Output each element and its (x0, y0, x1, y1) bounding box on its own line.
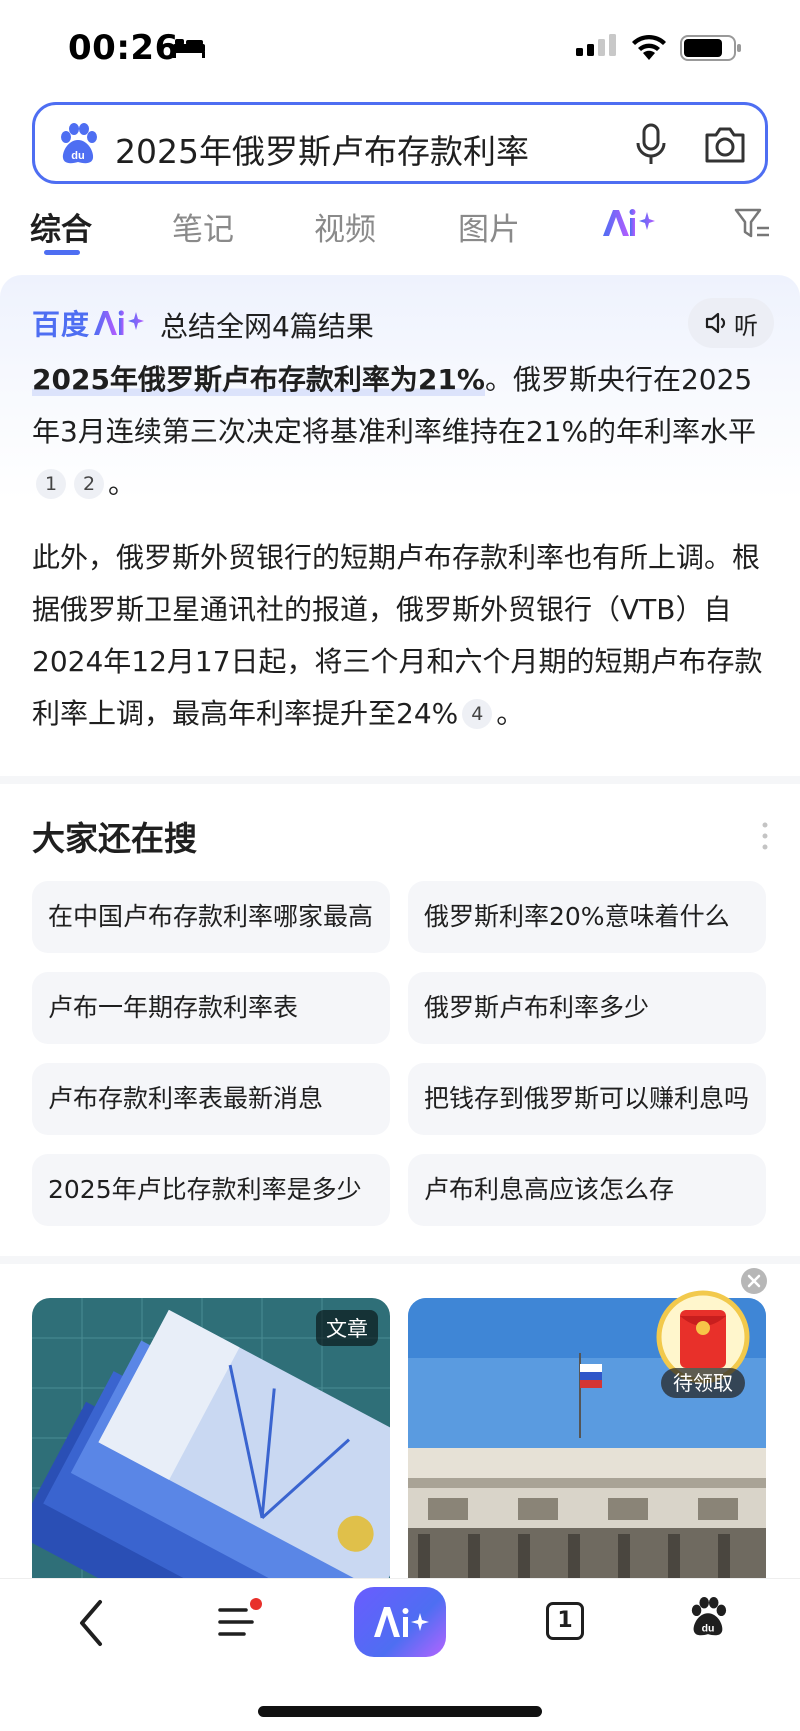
microphone-icon[interactable] (633, 123, 669, 167)
tab-images[interactable]: 图片 (458, 204, 520, 249)
filter-icon[interactable] (734, 206, 770, 242)
status-bar: 00:26 (0, 0, 800, 95)
home-indicator (258, 1706, 542, 1717)
wifi-icon (632, 34, 666, 60)
citation-badge[interactable]: 1 (36, 469, 66, 499)
citation-badge[interactable]: 4 (462, 699, 493, 729)
camera-icon[interactable] (703, 125, 747, 165)
summary-text: 此外，俄罗斯外贸银行的短期卢布存款利率也有所上调。根据俄罗斯卫星通讯社的报道，俄… (32, 541, 763, 730)
section-divider (0, 1256, 800, 1264)
related-search-item[interactable]: 在中国卢布存款利率哪家最高 (32, 881, 390, 953)
tab-all[interactable]: 综合 (30, 204, 92, 249)
battery-icon (680, 35, 741, 61)
active-tab-indicator (44, 250, 80, 255)
svg-text:du: du (71, 150, 84, 162)
related-search-item[interactable]: 俄罗斯利率20%意味着什么 (408, 881, 766, 953)
ai-brand-text: 百度 (32, 308, 91, 341)
citation-badge[interactable]: 2 (74, 469, 104, 499)
sleep-focus-icon (173, 39, 205, 58)
summary-text-end: 。 (108, 467, 137, 500)
related-search-item[interactable]: 卢布利息高应该怎么存 (408, 1154, 766, 1226)
summary-highlight: 2025年俄罗斯卢布存款利率为21% (32, 363, 485, 396)
tab-videos[interactable]: 视频 (314, 204, 376, 249)
ai-sparkle-icon (94, 310, 145, 335)
related-search-item[interactable]: 卢布一年期存款利率表 (32, 972, 390, 1044)
tab-switcher-button[interactable]: 1 (546, 1602, 584, 1640)
listen-label: 听 (734, 311, 758, 340)
related-search-item[interactable]: 把钱存到俄罗斯可以赚利息吗 (408, 1063, 766, 1135)
tab-notes[interactable]: 笔记 (172, 204, 234, 249)
back-icon[interactable] (76, 1598, 106, 1648)
cellular-signal-icon (576, 34, 616, 56)
related-search-item[interactable]: 2025年卢比存款利率是多少 (32, 1154, 390, 1226)
menu-icon[interactable] (216, 1596, 264, 1644)
result-tabs: 综合 笔记 视频 图片 (0, 200, 800, 260)
speaker-icon (705, 312, 726, 334)
summary-text-end: 。 (496, 697, 525, 730)
search-input[interactable]: 2025年俄罗斯卢布存款利率 (115, 125, 529, 173)
article-badge: 文章 (316, 1310, 378, 1346)
ai-summary-paragraph-2: 此外，俄罗斯外贸银行的短期卢布存款利率也有所上调。根据俄罗斯卫星通讯社的报道，俄… (32, 532, 772, 740)
search-box[interactable]: du 2025年俄罗斯卢布存款利率 (32, 102, 768, 184)
baidu-paw-icon: du (61, 123, 97, 164)
related-search-item[interactable]: 俄罗斯卢布利率多少 (408, 972, 766, 1044)
more-options-icon[interactable] (760, 820, 770, 852)
red-packet-label[interactable]: 待领取 (661, 1368, 745, 1398)
article-card-banknotes[interactable]: 文章 (32, 1298, 390, 1578)
ai-icon (374, 1607, 429, 1637)
ai-assistant-button[interactable] (354, 1587, 446, 1657)
section-divider (0, 776, 800, 784)
ai-result-count: 总结全网4篇结果 (160, 310, 374, 343)
baidu-home-icon[interactable]: du (688, 1596, 728, 1638)
ai-tab-icon[interactable] (600, 204, 656, 244)
related-searches-title: 大家还在搜 (32, 819, 197, 858)
status-time: 00:26 (68, 28, 179, 68)
listen-button[interactable]: 听 (688, 298, 774, 348)
ai-summary-paragraph-1: 2025年俄罗斯卢布存款利率为21%。俄罗斯央行在2025年3月连续第三次决定将… (32, 354, 772, 510)
related-search-item[interactable]: 卢布存款利率表最新消息 (32, 1063, 390, 1135)
baidu-ai-logo: 百度 (32, 305, 146, 341)
svg-text:du: du (702, 1623, 715, 1634)
